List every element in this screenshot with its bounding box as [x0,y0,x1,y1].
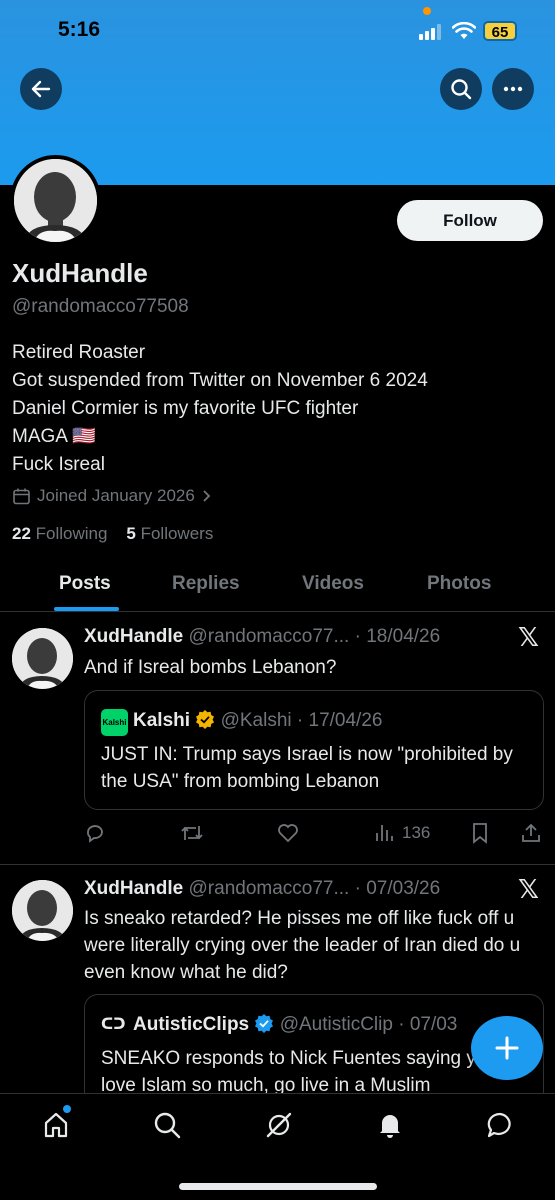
follow-counts: 22 Following 5 Followers [12,524,213,544]
tab-replies[interactable]: Replies [172,573,240,595]
autisticclips-logo-icon: ᑕᑐ [101,1016,126,1033]
battery-indicator: 65 [483,21,517,41]
post-actions: 136 [84,822,544,846]
profile-tabs: Posts Replies Videos Photos [0,560,555,612]
back-arrow-icon [31,80,51,98]
cellular-signal-icon [419,24,441,40]
followers-link[interactable]: 5 Followers [126,524,213,543]
x-logo-icon: 𝕏 [518,622,539,652]
search-icon [451,79,472,100]
bio-line: Retired Roaster [12,342,146,363]
tab-posts[interactable]: Posts [59,573,111,595]
bio-line: Daniel Cormier is my favorite UFC fighte… [12,398,359,419]
joined-date: Joined January 2026 [37,486,195,505]
profile-handle: @randomacco77508 [12,296,189,317]
wifi-icon [452,22,476,39]
profile-name: XudHandle [12,258,148,288]
plus-icon [495,1036,519,1060]
verified-gold-badge-icon [196,710,215,729]
post-meta: @randomacco77... · 07/03/26 [188,878,441,899]
chat-bubble-icon [487,1112,511,1138]
post-author-avatar[interactable] [12,628,73,689]
quoted-post-meta: @AutisticClip · 07/03 [279,1014,458,1035]
quoted-post-header: AutisticClips @AutisticClip · 07/03 [133,1013,457,1036]
notification-dot [63,1105,71,1113]
post-meta: @randomacco77... · 18/04/26 [188,626,441,647]
reply-button[interactable] [84,822,106,844]
compose-button[interactable] [471,1016,543,1080]
more-dots-icon [503,86,523,92]
followers-label: Followers [140,524,214,543]
profile-bio: Retired Roaster Got suspended from Twitt… [12,339,428,479]
reply-icon [87,825,103,843]
x-logo-icon: 𝕏 [518,874,539,904]
bell-icon [380,1115,400,1138]
avatar-image [12,880,73,941]
post-text: And if Isreal bombs Lebanon? [84,657,337,678]
post-header: XudHandle @randomacco77... · 18/04/26 [84,626,440,648]
bookmark-icon [473,823,487,844]
nav-notifications[interactable] [375,1110,405,1140]
repost-icon [181,826,203,840]
chevron-right-icon [203,490,211,502]
like-button[interactable] [276,822,300,844]
share-icon [522,823,540,842]
post-author-avatar[interactable] [12,880,73,941]
status-bar: 5:16 65 [0,0,555,62]
bookmark-button[interactable] [470,822,490,844]
share-button[interactable] [520,822,542,844]
home-indicator [179,1183,377,1190]
quoted-author-name: Kalshi [133,710,191,731]
follow-button[interactable]: Follow [397,200,543,241]
nav-search[interactable] [152,1110,182,1140]
back-button[interactable] [20,68,62,110]
quoted-post-text: JUST IN: Trump says Israel is now "prohi… [101,744,513,792]
home-icon [44,1112,68,1138]
nav-messages[interactable] [485,1110,515,1140]
nav-grok[interactable] [264,1110,294,1140]
bio-line: Fuck Isreal [12,454,105,475]
kalshi-logo-icon: Kalshi [101,709,128,736]
followers-count: 5 [126,524,136,543]
profile-avatar[interactable] [10,155,101,246]
quoted-author-name: AutisticClips [133,1014,250,1035]
views-count: 136 [402,823,431,842]
heart-icon [278,824,298,843]
repost-button[interactable] [180,822,204,844]
bio-line: Got suspended from Twitter on November 6… [12,370,428,391]
nav-home[interactable] [41,1105,71,1140]
active-tab-indicator [54,607,119,611]
quoted-post[interactable]: Kalshi Kalshi @Kalshi · 17/04/26 JUST IN… [84,690,544,810]
quoted-post-meta: @Kalshi · 17/04/26 [220,710,383,731]
privacy-indicator-dot [423,7,431,15]
joined-date-row[interactable]: Joined January 2026 [12,486,213,506]
post-item[interactable]: XudHandle @randomacco77... · 18/04/26 𝕏 … [0,612,555,864]
following-count: 22 [12,524,31,543]
post-header: XudHandle @randomacco77... · 07/03/26 [84,878,440,900]
views-chart-icon [376,825,393,841]
post-text: Is sneako retarded? He pisses me off lik… [84,908,521,983]
avatar-image [14,159,97,242]
more-options-button[interactable] [492,68,534,110]
post-item[interactable]: XudHandle @randomacco77... · 07/03/26 𝕏 … [0,865,555,1114]
grok-icon [266,1112,292,1138]
status-time: 5:16 [58,18,101,41]
avatar-image [12,628,73,689]
search-icon [154,1112,181,1139]
tab-videos[interactable]: Videos [302,573,364,595]
following-label: Following [35,524,108,543]
views-button[interactable]: 136 [374,822,430,844]
bio-line: MAGA 🇺🇸 [12,426,96,447]
quoted-post-text: SNEAKO responds to Nick Fuentes saying y… [101,1048,498,1096]
quoted-post-header: Kalshi @Kalshi · 17/04/26 [133,709,382,732]
post-author-name[interactable]: XudHandle [84,878,183,899]
post-author-name[interactable]: XudHandle [84,626,183,647]
following-link[interactable]: 22 Following [12,524,107,543]
calendar-icon [13,488,30,504]
verified-blue-badge-icon [255,1014,274,1033]
search-button[interactable] [440,68,482,110]
tab-photos[interactable]: Photos [427,573,491,595]
